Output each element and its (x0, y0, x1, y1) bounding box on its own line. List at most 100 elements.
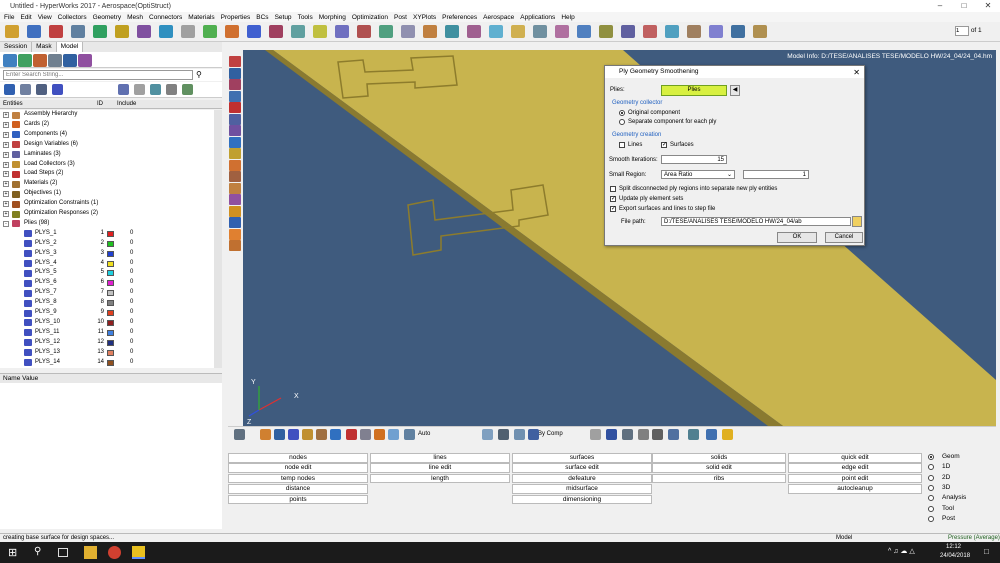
tree-item[interactable]: + Laminates (3) (0, 150, 214, 160)
filter-tool-icon[interactable] (52, 84, 63, 95)
browser-tool-icon[interactable] (18, 54, 32, 67)
ply-row[interactable]: PLYS_13 13 0 (0, 348, 214, 358)
small-region-select[interactable]: Area Ratio ⌄ (661, 170, 735, 179)
toolbar-tool-icon[interactable] (533, 25, 547, 38)
reset-selection-icon[interactable]: ◀ (730, 85, 740, 96)
side-tool-icon[interactable] (229, 125, 241, 136)
toolbar-tool-icon[interactable] (335, 25, 349, 38)
expand-icon[interactable]: + (3, 191, 9, 198)
view-tool-icon[interactable] (482, 429, 493, 440)
panel-button-midsurface[interactable]: midsurface (512, 484, 652, 494)
toolbar-tool-icon[interactable] (291, 25, 305, 38)
split-checkbox[interactable] (610, 186, 616, 192)
expand-icon[interactable]: + (3, 151, 9, 158)
ply-row[interactable]: PLYS_9 9 0 (0, 308, 214, 318)
update-checkbox[interactable]: ✓ (610, 196, 616, 202)
toolbar-tool-icon[interactable] (71, 25, 85, 38)
search-input[interactable] (3, 70, 193, 80)
page-input[interactable] (955, 26, 969, 36)
menu-item-view[interactable]: View (38, 14, 52, 21)
toolbar-tool-icon[interactable] (357, 25, 371, 38)
ply-color-swatch[interactable] (107, 240, 114, 247)
toolbar-tool-icon[interactable] (489, 25, 503, 38)
toolbar-tool-icon[interactable] (159, 25, 173, 38)
tree-item[interactable]: - Plies (98) (0, 219, 214, 229)
maximize-button[interactable]: □ (952, 0, 976, 12)
tree-item[interactable]: + Optimization Constraints (1) (0, 199, 214, 209)
side-tool-icon[interactable] (229, 228, 241, 240)
toolbar-tool-icon[interactable] (401, 25, 415, 38)
filter-tool-icon[interactable] (4, 84, 15, 95)
plies-selector-button[interactable]: Plies (661, 85, 727, 96)
side-tool-icon[interactable] (229, 182, 241, 194)
menu-item-setup[interactable]: Setup (275, 14, 292, 21)
tree-item[interactable]: + Objectives (1) (0, 189, 214, 199)
toolbar-tool-icon[interactable] (269, 25, 283, 38)
side-tool-icon[interactable] (229, 136, 241, 148)
chrome-icon[interactable] (108, 546, 121, 559)
expand-icon[interactable]: + (3, 112, 9, 118)
view-tool-icon[interactable] (498, 429, 509, 440)
side-tool-icon[interactable] (229, 67, 241, 79)
view-tool-icon[interactable] (514, 429, 525, 440)
hyperworks-taskbar-icon[interactable] (132, 546, 145, 559)
notification-icon[interactable]: □ (984, 547, 989, 556)
view-tool-icon[interactable] (302, 429, 313, 440)
ply-row[interactable]: PLYS_7 7 0 (0, 288, 214, 298)
by-comp-select[interactable]: By Comp (538, 431, 563, 437)
menu-item-applications[interactable]: Applications (520, 14, 555, 21)
menu-item-aerospace[interactable]: Aerospace (483, 14, 514, 21)
radio-dot[interactable] (928, 505, 934, 512)
menu-item-mesh[interactable]: Mesh (127, 14, 143, 21)
view-tool-icon[interactable] (288, 429, 299, 440)
filter-tool-icon[interactable] (166, 84, 177, 95)
view-tool-icon[interactable] (234, 429, 245, 440)
toolbar-tool-icon[interactable] (27, 25, 41, 38)
menu-item-preferences[interactable]: Preferences (442, 14, 477, 21)
expand-icon[interactable]: + (3, 181, 9, 188)
ply-color-swatch[interactable] (107, 339, 114, 346)
panel-button-solid-edit[interactable]: solid edit (652, 463, 786, 473)
radio-dot[interactable] (928, 484, 934, 491)
tree-item[interactable]: + Load Steps (2) (0, 169, 214, 179)
ok-button[interactable]: OK (777, 232, 817, 243)
close-icon[interactable]: ✕ (853, 67, 860, 79)
panel-button-dimensioning[interactable]: dimensioning (512, 494, 652, 505)
toolbar-tool-icon[interactable] (225, 25, 239, 38)
ply-color-swatch[interactable] (107, 270, 114, 277)
toolbar-tool-icon[interactable] (115, 25, 129, 38)
ply-color-swatch[interactable] (107, 329, 114, 336)
view-tool-icon[interactable] (388, 429, 399, 440)
smooth-iterations-input[interactable]: 15 (661, 155, 727, 164)
view-tool-icon[interactable] (346, 429, 357, 440)
toolbar-tool-icon[interactable] (379, 25, 393, 38)
side-tool-icon[interactable] (229, 217, 241, 228)
view-tool-icon[interactable] (722, 429, 733, 440)
ply-row[interactable]: PLYS_2 2 0 (0, 239, 214, 249)
file-path-input[interactable]: D:/TESE/ANALISES TESE/MODELO HW/24_04/ab (661, 217, 851, 226)
toolbar-tool-icon[interactable] (445, 25, 459, 38)
side-tool-icon[interactable] (229, 159, 241, 171)
tree-item[interactable]: + Design Variables (6) (0, 140, 214, 150)
expand-icon[interactable]: + (3, 131, 9, 138)
search-taskbar-icon[interactable]: ⚲ (34, 546, 47, 559)
toolbar-tool-icon[interactable] (599, 25, 613, 38)
expand-icon[interactable]: + (3, 171, 9, 178)
menu-item-help[interactable]: Help (561, 14, 574, 21)
lines-checkbox[interactable] (619, 142, 625, 148)
menu-item-xyplots[interactable]: XYPlots (413, 14, 436, 21)
tab-session[interactable]: Session (0, 42, 33, 52)
minimize-button[interactable]: – (928, 0, 952, 12)
menu-item-materials[interactable]: Materials (188, 14, 214, 21)
view-tool-icon[interactable] (606, 429, 617, 440)
toolbar-tool-icon[interactable] (49, 25, 63, 38)
tab-mask[interactable]: Mask (32, 42, 57, 52)
file-explorer-icon[interactable] (84, 546, 97, 559)
view-tool-icon[interactable] (274, 429, 285, 440)
side-tool-icon[interactable] (229, 194, 241, 205)
ply-row[interactable]: PLYS_14 14 0 (0, 358, 214, 368)
ply-color-swatch[interactable] (107, 310, 114, 316)
view-tool-icon[interactable] (360, 429, 371, 440)
separate-component-radio[interactable] (619, 119, 625, 125)
filter-tool-icon[interactable] (134, 84, 145, 95)
